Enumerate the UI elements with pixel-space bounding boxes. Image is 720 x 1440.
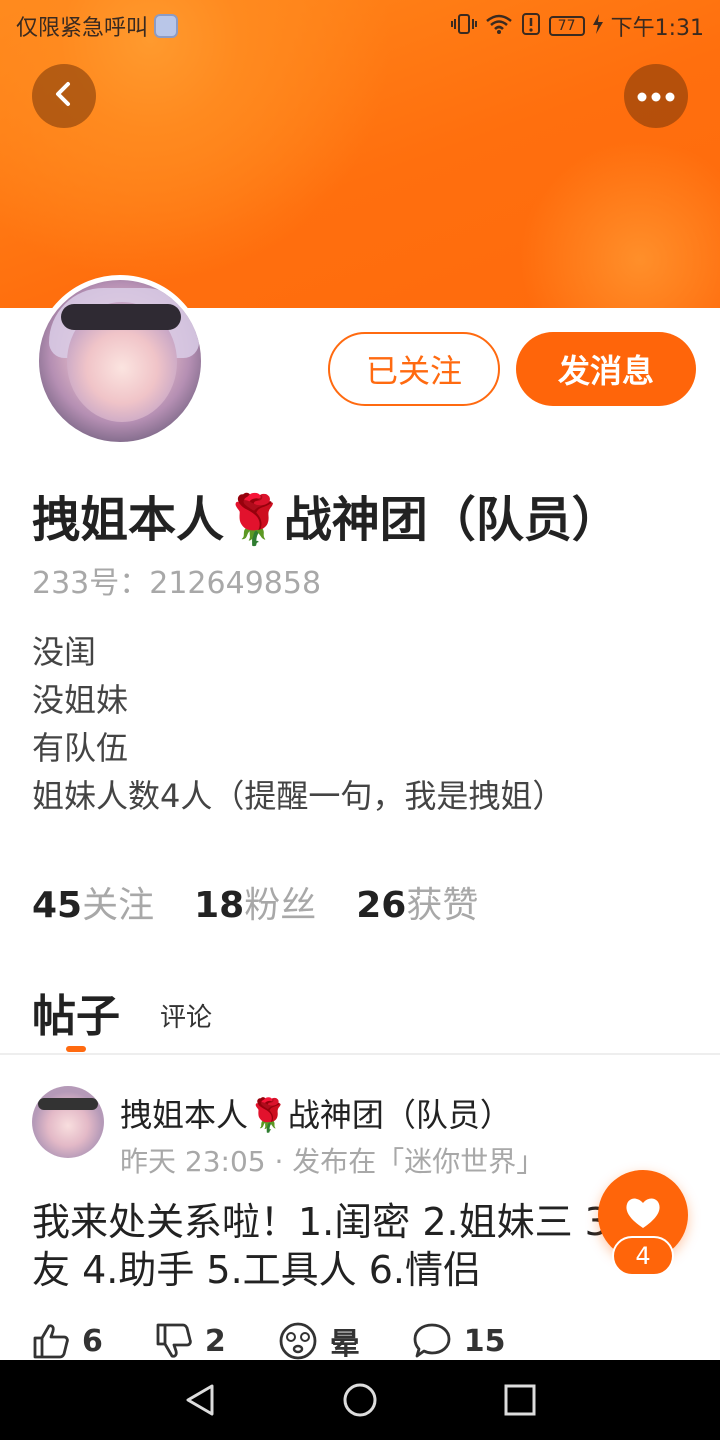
post-body[interactable]: 我来处关系啦！1.闺密 2.姐妹三 3.朋友 4.助手 5.工具人 6.情侣: [32, 1198, 692, 1298]
profile-bio: 没闺 没姐妹 有队伍 姐妹人数4人（提醒一句，我是拽姐）: [32, 628, 564, 820]
stat-following[interactable]: 45关注: [32, 876, 154, 928]
avatar-goggles-shape: [38, 1098, 98, 1110]
dislike-action[interactable]: 2: [155, 1322, 226, 1360]
post-actions: 6 2 晕 15: [32, 1322, 692, 1360]
profile-id: 233号：212649858: [32, 566, 322, 601]
heart-icon: [624, 1196, 662, 1234]
status-bar: 仅限紧急呼叫 77 下午1:31: [0, 0, 720, 50]
battery-icon: 77: [548, 16, 585, 36]
dislike-count: 2: [204, 1323, 226, 1359]
avatar-goggles-shape: [61, 304, 181, 330]
bio-line: 姐妹人数4人（提醒一句，我是拽姐）: [32, 777, 565, 815]
emergency-call-text: 仅限紧急呼叫: [16, 16, 149, 41]
wifi-icon: [485, 13, 513, 40]
nav-home-icon: [340, 1383, 380, 1424]
like-count-badge: 4: [612, 1236, 674, 1276]
status-left: 仅限紧急呼叫: [16, 10, 179, 42]
status-time: 下午1:31: [610, 16, 704, 41]
send-message-button[interactable]: 发消息: [516, 332, 696, 406]
comment-count: 15: [463, 1323, 506, 1359]
nav-back-icon: [180, 1384, 220, 1424]
tabs-divider: [0, 1053, 720, 1055]
profile-avatar[interactable]: [34, 275, 206, 447]
charging-icon: [592, 13, 603, 39]
status-right: 77 下午1:31: [450, 10, 704, 42]
post-author-name[interactable]: 拽姐本人🌹战神团（队员）: [120, 1090, 512, 1136]
dizzy-label: 晕: [329, 1327, 360, 1360]
thumbs-up-icon: [32, 1323, 70, 1359]
system-navigation-bar: [0, 1360, 720, 1440]
comment-bubble-icon: [412, 1322, 452, 1360]
following-button[interactable]: 已关注: [328, 332, 500, 406]
bio-line: 有队伍: [32, 729, 129, 767]
like-count: 6: [82, 1323, 103, 1359]
active-tab-indicator: [66, 1046, 86, 1052]
like-action[interactable]: 6: [32, 1322, 103, 1360]
following-label: 关注: [82, 885, 155, 926]
nav-recents-icon: [500, 1384, 540, 1424]
post-author-avatar[interactable]: [32, 1086, 104, 1158]
alert-icon: [521, 12, 541, 40]
nav-back-button[interactable]: [180, 1380, 220, 1420]
likes-label: 获赞: [406, 885, 479, 926]
dizzy-face-icon: [278, 1322, 318, 1360]
stat-likes[interactable]: 26获赞: [356, 876, 478, 928]
comment-action[interactable]: 15: [412, 1322, 506, 1360]
back-button[interactable]: [32, 64, 96, 128]
profile-tabs: 帖子 评论: [32, 980, 212, 1044]
fans-count: 18: [194, 885, 245, 926]
nav-recents-button[interactable]: [500, 1380, 540, 1420]
more-options-button[interactable]: [624, 64, 688, 128]
bio-line: 没闺: [32, 633, 97, 671]
dizzy-action[interactable]: 晕: [278, 1322, 360, 1360]
nav-home-button[interactable]: [340, 1380, 380, 1420]
tab-comments[interactable]: 评论: [160, 997, 212, 1044]
post-meta: 昨天 23:05 · 发布在「迷你世界」: [120, 1145, 545, 1178]
sim-icon: [154, 14, 179, 38]
more-dots-icon: [636, 87, 676, 106]
fans-label: 粉丝: [244, 885, 317, 926]
tab-posts[interactable]: 帖子: [32, 980, 120, 1044]
bio-line: 没姐妹: [32, 681, 129, 719]
likes-count: 26: [356, 885, 407, 926]
profile-username: 拽姐本人🌹战神团（队员）: [32, 492, 620, 548]
stat-fans[interactable]: 18粉丝: [194, 876, 316, 928]
thumbs-down-icon: [155, 1323, 193, 1359]
vibrate-icon: [450, 13, 477, 40]
following-count: 45: [32, 885, 83, 926]
back-arrow-icon: [50, 80, 78, 112]
profile-stats: 45关注 18粉丝 26获赞: [32, 876, 478, 928]
